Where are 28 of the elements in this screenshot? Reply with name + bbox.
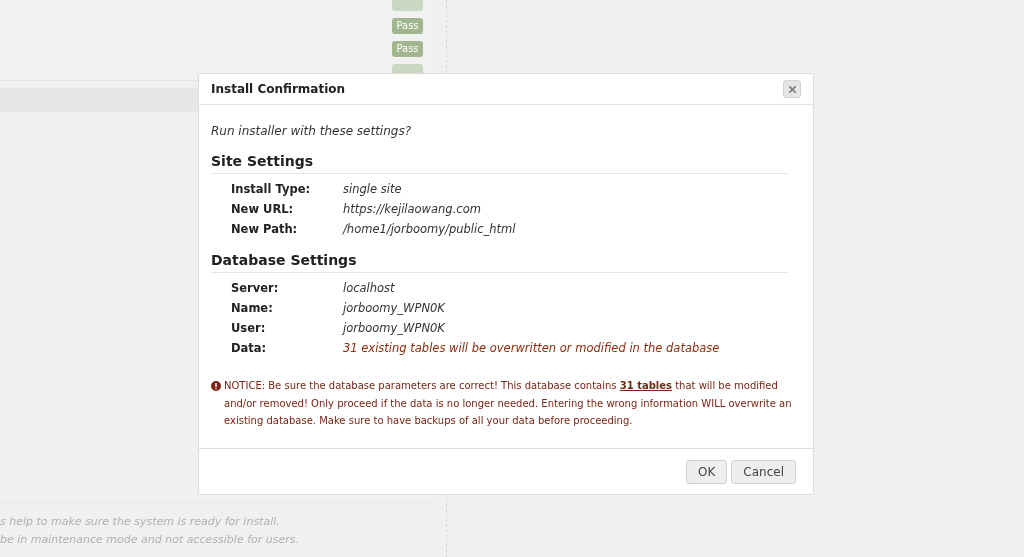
confirm-prompt: Run installer with these settings?	[211, 123, 413, 139]
dialog-button[interactable]: Cancel	[731, 459, 796, 484]
setting-label: New URL:	[231, 201, 295, 219]
setting-value: localhost	[343, 280, 395, 298]
setting-label: New Path:	[231, 221, 299, 239]
notice-icon	[211, 381, 221, 391]
notice-text: NOTICE: Be sure the database parameters are correct! This database contains 31 tables that will be modified and/or removed! Only proceed if the data is no longer needed. Entering the wrong information WILL overwrite an existing database. Make sure to have backups of all your data before proceeding.	[224, 379, 793, 428]
help-note: s help to make sure the system is ready for install.	[0, 515, 281, 529]
close-button[interactable]	[783, 80, 801, 98]
help-note: be in maintenance mode and not accessible for users.	[0, 533, 300, 547]
section-title: Site Settings	[211, 152, 788, 174]
pass-badge: Pass	[392, 41, 423, 57]
setting-value: jorboomy_WPN0K	[343, 320, 445, 338]
setting-label: Data:	[231, 340, 268, 358]
setting-value: /home1/jorboomy/public_html	[343, 221, 516, 239]
setting-value: jorboomy_WPN0K	[343, 300, 445, 318]
setting-label: Name:	[231, 300, 274, 318]
setting-label: User:	[231, 320, 267, 338]
setting-value: https://kejilaowang.com	[343, 201, 481, 219]
setting-value: 31 existing tables will be overwritten or modified in the database	[343, 340, 720, 358]
dialog-button[interactable]: OK	[686, 459, 728, 484]
setting-label: Server:	[231, 280, 280, 298]
setting-value: single site	[343, 181, 402, 199]
section-title: Database Settings	[211, 251, 788, 273]
setting-label: Install Type:	[231, 181, 312, 199]
close-icon	[786, 83, 798, 95]
pass-badge: Pass	[392, 18, 423, 34]
dialog-title: Install Confirmation	[211, 81, 346, 98]
